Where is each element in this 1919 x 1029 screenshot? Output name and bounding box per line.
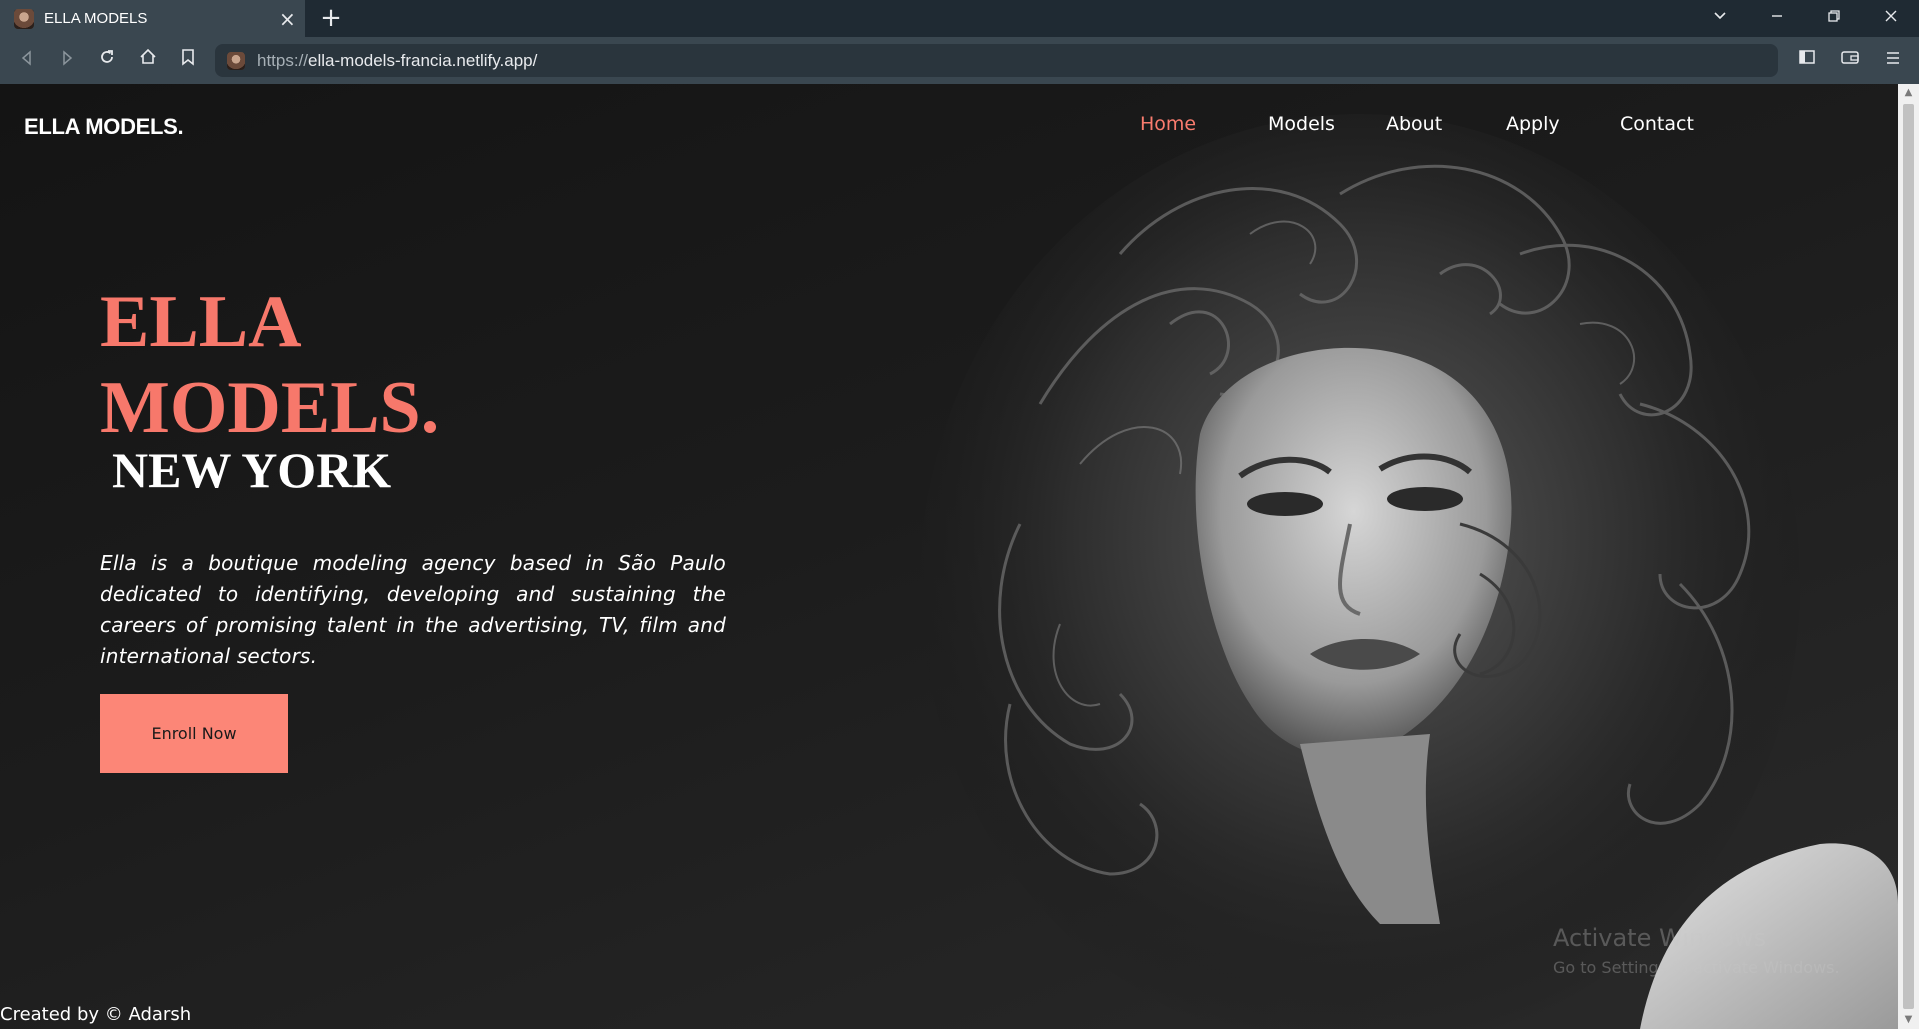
address-bar[interactable]: https://ella-models-francia.netlify.app/ xyxy=(215,44,1778,77)
hero-city: NEW YORK xyxy=(112,442,392,498)
browser-tab[interactable]: ELLA MODELS × xyxy=(0,0,305,37)
nav-item-about[interactable]: About xyxy=(1386,113,1442,135)
hero-title-line1: ELLA xyxy=(100,281,302,363)
menu-icon[interactable] xyxy=(1878,46,1908,76)
close-tab-icon[interactable]: × xyxy=(279,9,296,29)
close-window-icon[interactable] xyxy=(1871,4,1911,32)
main-nav: Home Models About Apply Contact xyxy=(1140,113,1780,143)
restore-icon[interactable] xyxy=(1814,4,1854,32)
tab-title: ELLA MODELS xyxy=(44,10,148,27)
hero-title-line2: MODELS. xyxy=(100,367,440,449)
tab-list-chevron-down-icon[interactable] xyxy=(1700,4,1740,32)
hero-description: Ella is a boutique modeling agency based… xyxy=(100,551,726,668)
wallet-icon[interactable] xyxy=(1835,46,1865,76)
new-tab-icon[interactable]: + xyxy=(318,5,344,32)
nav-item-models[interactable]: Models xyxy=(1268,113,1335,135)
nav-item-home[interactable]: Home xyxy=(1140,113,1196,135)
site-logo[interactable]: ELLA MODELS. xyxy=(24,114,184,140)
watermark-subtitle: Go to Settings to activate Windows. xyxy=(1553,958,1840,977)
vertical-scrollbar[interactable]: ▲ ▼ xyxy=(1898,84,1919,1029)
minimize-icon[interactable] xyxy=(1757,4,1797,32)
home-icon[interactable] xyxy=(133,46,163,76)
enroll-now-button[interactable]: Enroll Now xyxy=(100,694,288,773)
back-icon[interactable] xyxy=(12,46,42,76)
hero-portrait-image xyxy=(920,114,1898,1029)
watermark-title: Activate Windows xyxy=(1553,924,1767,952)
hero-title: ELLA MODELS. xyxy=(100,279,439,451)
page-viewport: ELLA MODELS. Home Models About Apply Con… xyxy=(0,84,1898,1029)
activate-windows-watermark: Activate Windows Go to Settings to activ… xyxy=(1553,924,1840,977)
footer-credit: Created by © Adarsh xyxy=(0,1004,192,1025)
bookmark-icon[interactable] xyxy=(173,46,203,76)
forward-icon[interactable] xyxy=(52,46,82,76)
site-favicon-icon xyxy=(227,51,245,70)
scrollbar-thumb[interactable] xyxy=(1903,104,1914,1009)
reload-icon[interactable] xyxy=(92,46,122,76)
site-favicon-icon xyxy=(14,8,34,29)
nav-item-contact[interactable]: Contact xyxy=(1620,113,1694,135)
browser-tab-strip: ELLA MODELS × + xyxy=(0,0,1919,37)
browser-toolbar: https://ella-models-francia.netlify.app/ xyxy=(0,37,1919,84)
address-bar-url: https://ella-models-francia.netlify.app/ xyxy=(257,50,538,70)
scroll-down-icon[interactable]: ▼ xyxy=(1898,1011,1919,1029)
sidebar-toggle-icon[interactable] xyxy=(1792,46,1822,76)
scroll-up-icon[interactable]: ▲ xyxy=(1898,84,1919,102)
nav-item-apply[interactable]: Apply xyxy=(1506,113,1560,135)
